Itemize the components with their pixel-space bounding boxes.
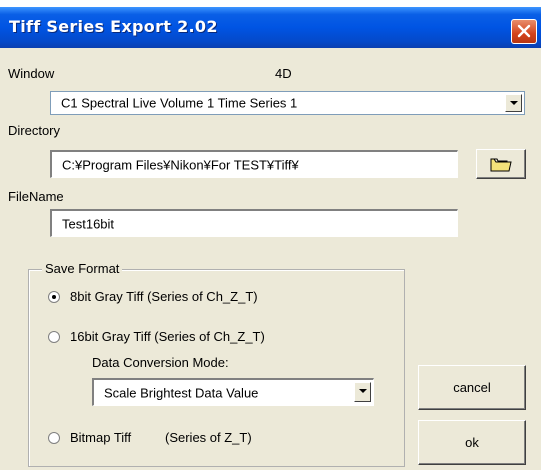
close-button[interactable] (511, 19, 537, 44)
radio-bitmap[interactable] (48, 432, 60, 444)
conversion-mode-select[interactable]: Scale Brightest Data Value (92, 378, 374, 406)
title-bar[interactable]: Tiff Series Export 2.02 (0, 7, 541, 48)
close-icon (517, 24, 531, 38)
chevron-down-icon[interactable] (354, 382, 371, 402)
window-select-value: C1 Spectral Live Volume 1 Time Series 1 (61, 95, 298, 111)
filename-label: FileName (8, 189, 64, 204)
browse-button[interactable] (476, 149, 526, 179)
ok-button[interactable]: ok (418, 420, 526, 465)
filename-input-value: Test16bit (62, 216, 115, 231)
radio-16bit[interactable] (48, 331, 60, 343)
conversion-mode-value: Scale Brightest Data Value (104, 385, 259, 400)
radio-bitmap-label[interactable]: Bitmap Tiff (70, 430, 131, 445)
save-format-legend: Save Format (42, 261, 123, 276)
directory-label: Directory (8, 123, 61, 138)
chevron-down-icon[interactable] (505, 94, 522, 112)
directory-input[interactable]: C:¥Program Files¥Nikon¥For TEST¥Tiff¥ (50, 150, 458, 178)
radio-bitmap-suffix: (Series of Z_T) (165, 430, 252, 445)
cancel-button-label: cancel (453, 380, 491, 395)
ok-button-label: ok (465, 435, 479, 450)
window-title: Tiff Series Export 2.02 (9, 17, 218, 36)
conversion-mode-label: Data Conversion Mode: (92, 355, 229, 370)
filename-input[interactable]: Test16bit (50, 209, 458, 237)
export-dialog: Tiff Series Export 2.02 Window 4D C1 Spe… (0, 7, 541, 470)
radio-8bit[interactable] (48, 291, 60, 303)
window-mode-label: 4D (275, 66, 292, 81)
radio-16bit-label[interactable]: 16bit Gray Tiff (Series of Ch_Z_T) (70, 329, 265, 344)
folder-icon (490, 158, 512, 172)
cancel-button[interactable]: cancel (418, 365, 526, 410)
radio-8bit-label[interactable]: 8bit Gray Tiff (Series of Ch_Z_T) (70, 289, 258, 304)
window-select[interactable]: C1 Spectral Live Volume 1 Time Series 1 (50, 91, 525, 115)
directory-input-value: C:¥Program Files¥Nikon¥For TEST¥Tiff¥ (62, 157, 299, 172)
window-label: Window (8, 66, 55, 81)
